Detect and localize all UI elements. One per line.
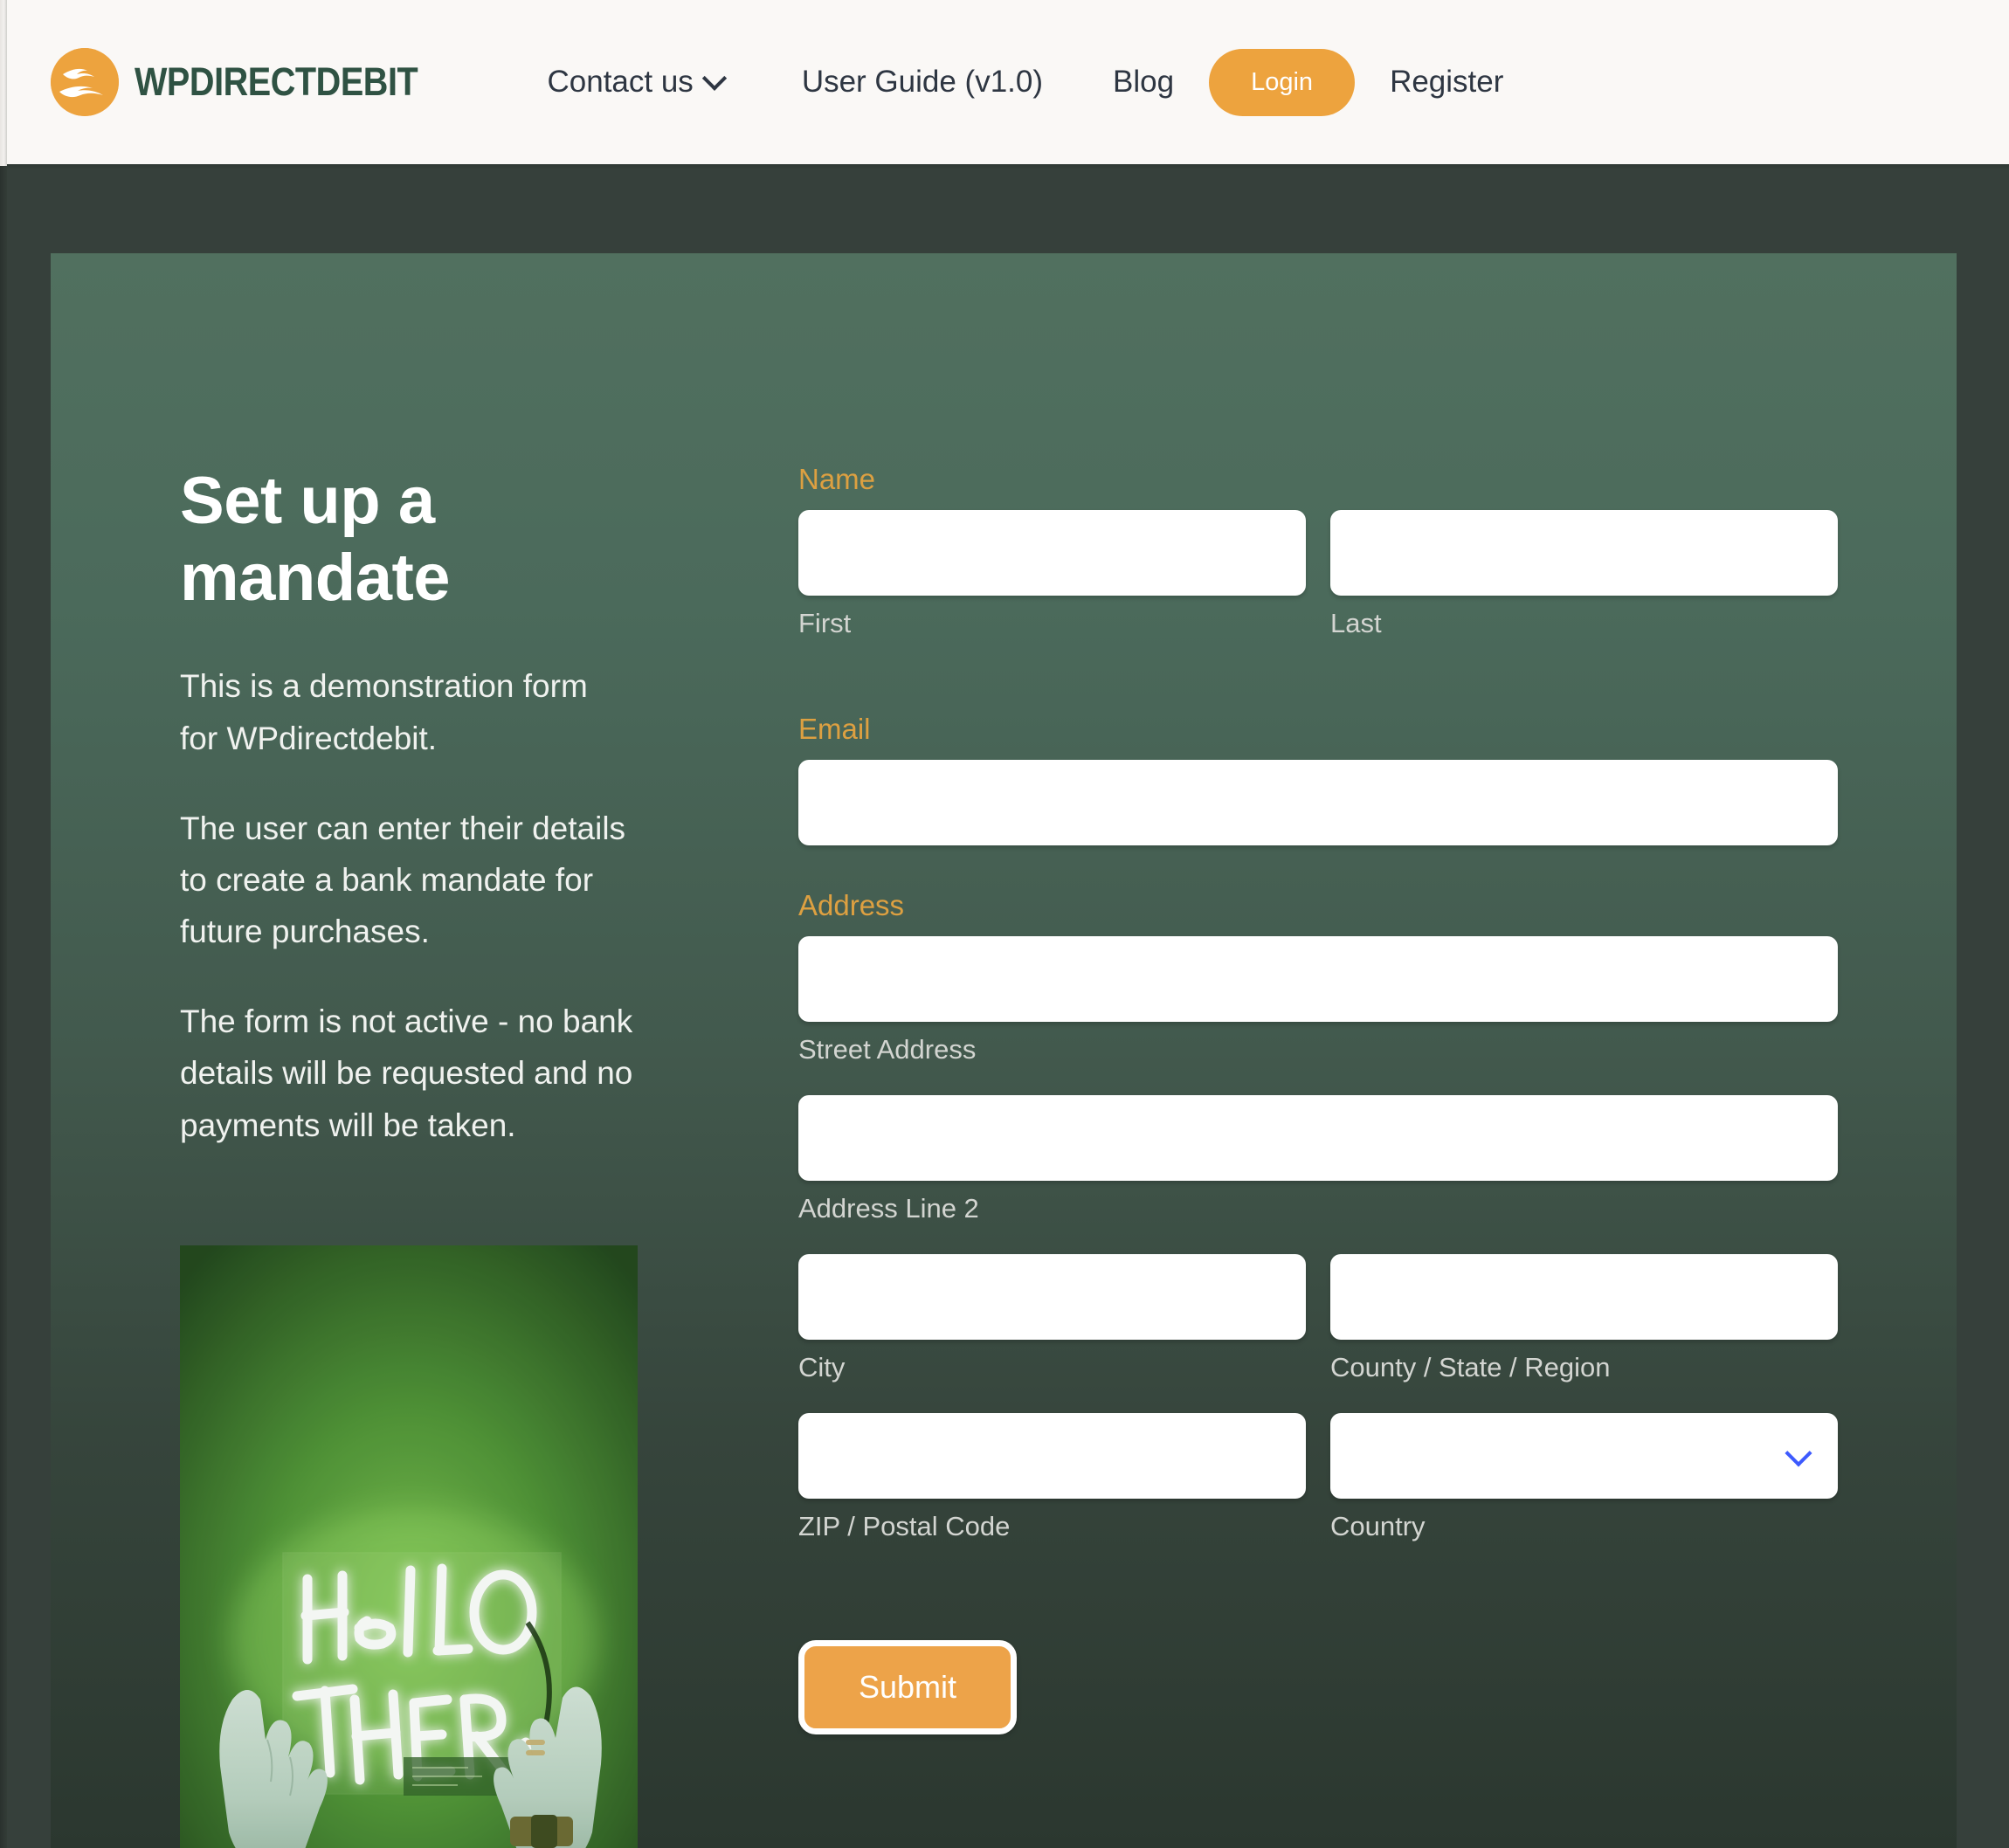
last-name-input[interactable] bbox=[1330, 510, 1838, 596]
nav-item-user-guide[interactable]: User Guide (v1.0) bbox=[802, 65, 1043, 100]
zip-postal-code-sub-label: ZIP / Postal Code bbox=[798, 1511, 1011, 1541]
street-address-sub-label: Street Address bbox=[798, 1034, 977, 1065]
nav-item-register-label: Register bbox=[1390, 65, 1504, 99]
name-label: Name bbox=[798, 463, 876, 495]
field-group-name: Name First Last bbox=[798, 463, 1838, 669]
first-name-input[interactable] bbox=[798, 510, 1306, 596]
country-select[interactable] bbox=[1330, 1413, 1838, 1499]
page-left-edge-dark bbox=[0, 166, 7, 1848]
field-group-email: Email bbox=[798, 713, 1838, 845]
brand-name: WPDIRECTDEBIT bbox=[135, 59, 418, 104]
mandate-form: Name First Last Email Address Street Add… bbox=[798, 463, 1838, 1848]
region-sub-label: County / State / Region bbox=[1330, 1352, 1611, 1383]
nav-item-blog-label: Blog bbox=[1113, 65, 1175, 99]
hello-there-neon-photo bbox=[180, 1245, 638, 1848]
last-name-sub-label: Last bbox=[1330, 608, 1382, 638]
email-input[interactable] bbox=[798, 760, 1838, 845]
hero-panel: Set up a mandate This is a demonstration… bbox=[51, 253, 1957, 1848]
page-title: Set up a mandate bbox=[180, 464, 451, 616]
address-line-2-sub-label: Address Line 2 bbox=[798, 1193, 979, 1224]
hero-paragraph-2: The user can enter their details to crea… bbox=[180, 810, 626, 950]
hero-paragraph-3: The form is not active - no bank details… bbox=[180, 1003, 633, 1143]
nav-item-blog[interactable]: Blog bbox=[1113, 65, 1174, 100]
brand-logo-link[interactable]: WPDIRECTDEBIT bbox=[51, 48, 457, 116]
country-sub-label: Country bbox=[1330, 1511, 1426, 1541]
address-label: Address bbox=[798, 889, 905, 921]
nav-item-register[interactable]: Register bbox=[1390, 65, 1503, 100]
site-header: WPDIRECTDEBIT Contact us User Guide (v1.… bbox=[0, 0, 2009, 164]
first-name-sub-label: First bbox=[798, 608, 852, 638]
hero-left-column: Set up a mandate This is a demonstration… bbox=[180, 463, 669, 1848]
nav-item-user-guide-label: User Guide (v1.0) bbox=[801, 65, 1044, 99]
nav-item-contact-us[interactable]: Contact us bbox=[547, 65, 727, 100]
chevron-down-icon bbox=[701, 66, 727, 91]
submit-button[interactable]: Submit bbox=[798, 1640, 1018, 1734]
field-group-address: Address Street Address Address Line 2 Ci… bbox=[798, 889, 1838, 1572]
city-sub-label: City bbox=[798, 1352, 846, 1383]
main-nav: Contact us User Guide (v1.0) Blog Login … bbox=[547, 48, 1503, 116]
region-input[interactable] bbox=[1330, 1254, 1838, 1340]
city-input[interactable] bbox=[798, 1254, 1306, 1340]
login-button[interactable]: Login bbox=[1209, 48, 1356, 116]
header-shadow bbox=[0, 164, 2009, 169]
street-address-input[interactable] bbox=[798, 936, 1838, 1022]
zip-postal-code-input[interactable] bbox=[798, 1413, 1306, 1499]
seagulls-sun-logo-icon bbox=[51, 48, 119, 116]
address-line-2-input[interactable] bbox=[798, 1095, 1838, 1181]
hero-description: This is a demonstration form for WPdirec… bbox=[180, 660, 634, 1151]
nav-item-contact-us-label: Contact us bbox=[547, 65, 694, 99]
email-label: Email bbox=[798, 713, 871, 745]
hero-paragraph-1: This is a demonstration form for WPdirec… bbox=[180, 668, 588, 756]
